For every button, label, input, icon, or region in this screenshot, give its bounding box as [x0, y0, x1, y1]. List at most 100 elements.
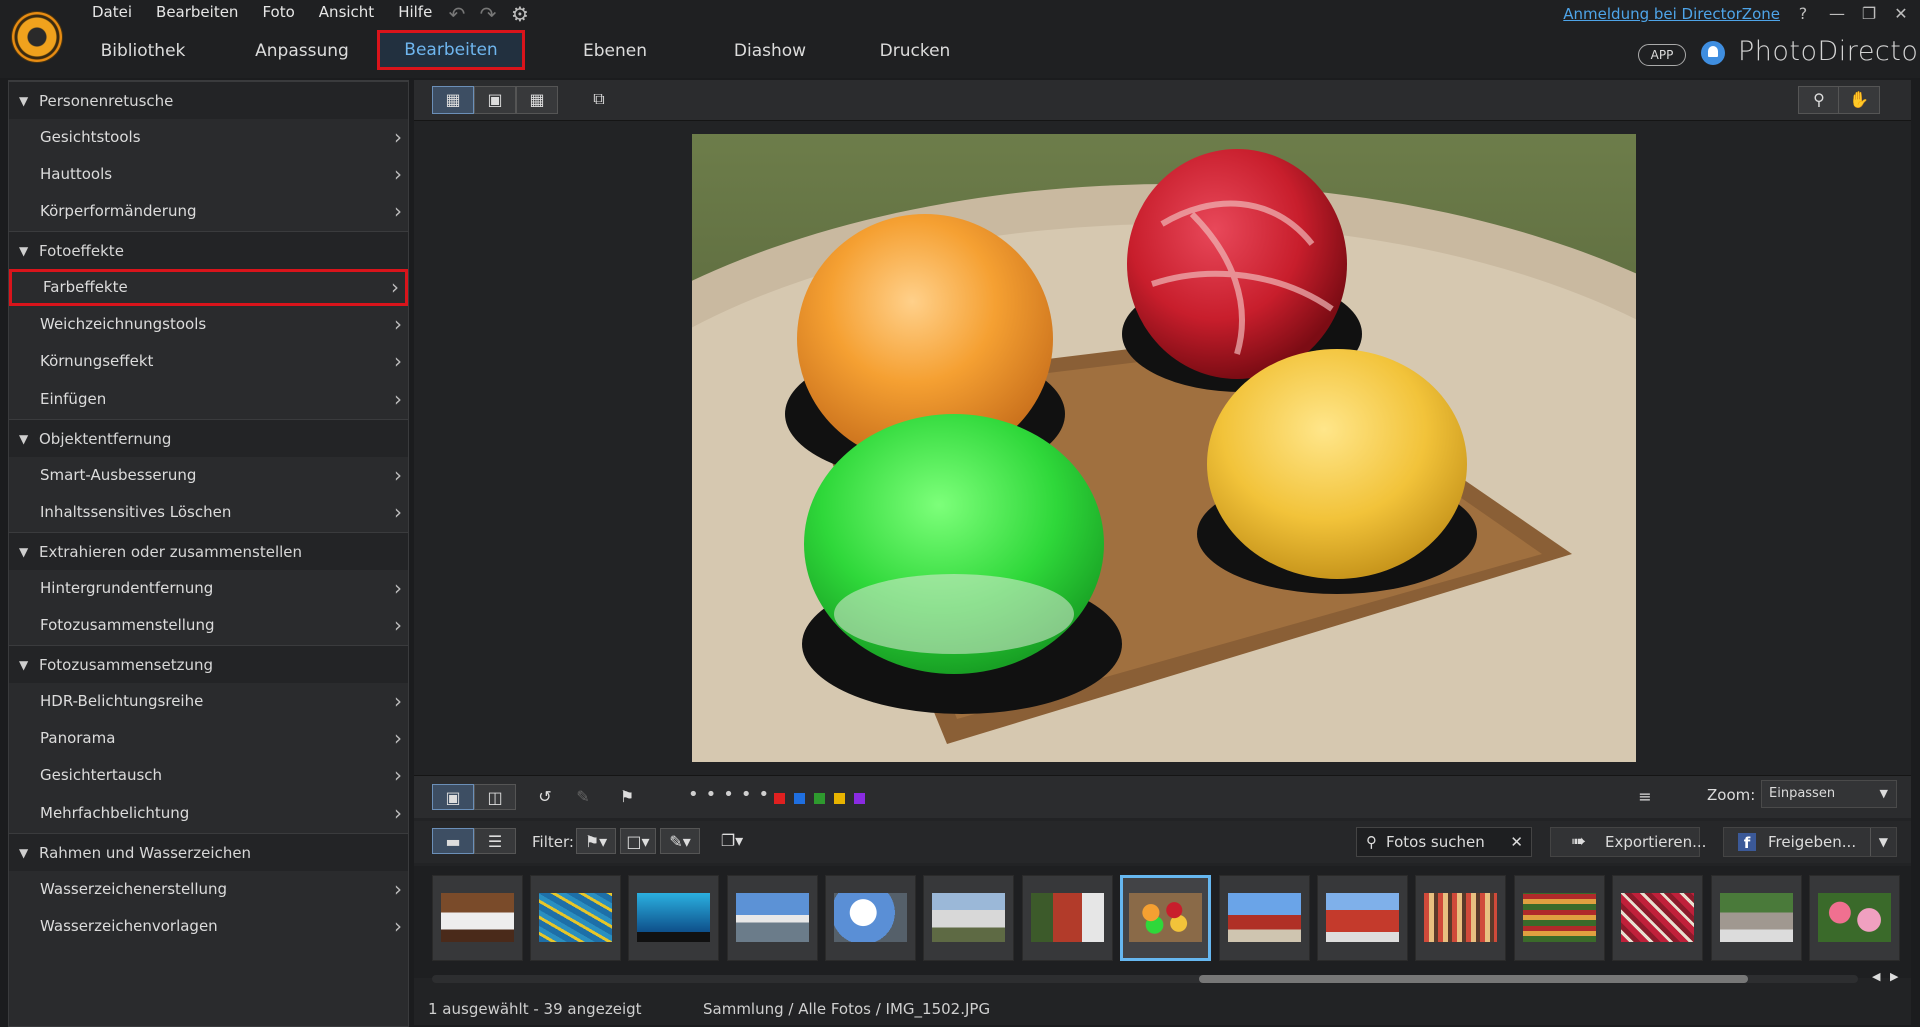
flag-filter-icon[interactable]: ⚑▾ — [576, 828, 616, 854]
compare-view-icon[interactable]: ◫ — [474, 784, 516, 810]
thumbnail-lion-statue[interactable] — [1022, 875, 1113, 961]
thumbnail-harbor[interactable] — [727, 875, 818, 961]
thumbnail-image — [1621, 893, 1694, 942]
tool-label: Mehrfachbelichtung — [40, 804, 190, 822]
menu-bearbeiten[interactable]: Bearbeiten — [144, 0, 250, 26]
color-label-yellow[interactable] — [834, 793, 845, 804]
thumbnail-fish[interactable] — [530, 875, 621, 961]
tool-koerperformaenderung[interactable]: Körperformänderung › — [9, 193, 408, 230]
section-objektentfernung[interactable]: ▼ Objektentfernung — [9, 419, 408, 457]
thumbnail-flowers[interactable] — [1809, 875, 1900, 961]
minimize-icon[interactable]: — — [1824, 3, 1850, 25]
scroll-left-icon[interactable]: ◀ — [1872, 970, 1880, 983]
tool-wasserzeichenvorlagen[interactable]: Wasserzeichenvorlagen › — [9, 908, 408, 945]
tool-gesichtertausch[interactable]: Gesichtertausch › — [9, 757, 408, 794]
color-label-green[interactable] — [814, 793, 825, 804]
single-view-icon[interactable]: ▣ — [432, 784, 474, 810]
color-label-red[interactable] — [774, 793, 785, 804]
tool-mehrfachbelichtung[interactable]: Mehrfachbelichtung › — [9, 795, 408, 832]
tab-bearbeiten[interactable]: Bearbeiten — [377, 30, 525, 70]
section-rahmen-wasserzeichen[interactable]: ▼ Rahmen und Wasserzeichen — [9, 833, 408, 871]
viewer-mode-icon[interactable]: ▦ — [432, 86, 474, 114]
single-image-icon[interactable]: ▣ — [474, 86, 516, 114]
tool-weichzeichnungstools[interactable]: Weichzeichnungstools › — [9, 306, 408, 343]
compare-window-icon[interactable]: ⧉ — [578, 86, 620, 114]
thumbnail-aquarium[interactable] — [628, 875, 719, 961]
color-label-blue[interactable] — [794, 793, 805, 804]
sort-menu-icon[interactable]: ≡ — [1624, 784, 1666, 810]
tool-smart-ausbesserung[interactable]: Smart-Ausbesserung › — [9, 457, 408, 494]
rating-dots[interactable]: ••••• — [688, 784, 776, 805]
color-label-purple[interactable] — [854, 793, 865, 804]
chevron-down-icon: ▼ — [1879, 787, 1888, 800]
edit-filter-icon[interactable]: ✎▾ — [660, 828, 700, 854]
settings-icon[interactable]: ⚙ — [508, 3, 532, 25]
tool-hdr-belichtungsreihe[interactable]: HDR-Belichtungsreihe › — [9, 683, 408, 720]
tool-fotozusammenstellung[interactable]: Fotozusammenstellung › — [9, 607, 408, 644]
photo-preview[interactable] — [692, 134, 1636, 762]
undo-icon[interactable]: ↶ — [445, 3, 469, 25]
tool-panorama[interactable]: Panorama › — [9, 720, 408, 757]
tool-hintergrundentfernung[interactable]: Hintergrundentfernung › — [9, 570, 408, 607]
thumbnail-dog[interactable] — [432, 875, 523, 961]
tab-anpassung[interactable]: Anpassung — [242, 32, 362, 70]
photo-search-input[interactable]: ⚲ Fotos suchen ✕ — [1356, 827, 1532, 857]
thumbnail-flowers-stall[interactable] — [1612, 875, 1703, 961]
restore-icon[interactable]: ❐ — [1856, 3, 1882, 25]
rotate-icon[interactable]: ↺ — [524, 784, 566, 810]
section-extrahieren[interactable]: ▼ Extrahieren oder zusammenstellen — [9, 532, 408, 570]
notification-bell-icon[interactable] — [1701, 41, 1725, 65]
chevron-down-icon[interactable]: ▼ — [1869, 828, 1888, 856]
directorzone-login-link[interactable]: Anmeldung bei DirectorZone — [1563, 5, 1780, 23]
list-view-icon[interactable]: ☰ — [474, 828, 516, 854]
clear-search-icon[interactable]: ✕ — [1510, 828, 1523, 856]
section-fotoeffekte[interactable]: ▼ Fotoeffekte — [9, 231, 408, 269]
filmstrip-scrollbar-thumb[interactable] — [1199, 975, 1748, 983]
flag-icon[interactable]: ⚑ — [606, 784, 648, 810]
menu-foto[interactable]: Foto — [250, 0, 306, 26]
redo-icon[interactable]: ↷ — [476, 3, 500, 25]
help-button[interactable]: ? — [1790, 3, 1816, 25]
thumbnail-shaved-ice[interactable] — [1120, 875, 1211, 961]
edit-tag-icon[interactable]: ✎ — [562, 784, 604, 810]
zoom-tool-icon[interactable]: ⚲ — [1798, 86, 1840, 114]
grid-view-icon[interactable]: ▦ — [516, 86, 558, 114]
tab-diashow[interactable]: Diashow — [715, 32, 825, 70]
app-badge[interactable]: APP — [1638, 44, 1686, 66]
tool-inhaltssensitives-loeschen[interactable]: Inhaltssensitives Löschen › — [9, 494, 408, 531]
tab-ebenen[interactable]: Ebenen — [565, 32, 665, 70]
thumbnail-market[interactable] — [1415, 875, 1506, 961]
app-logo-icon[interactable] — [12, 12, 62, 62]
scroll-right-icon[interactable]: ▶ — [1890, 970, 1898, 983]
tab-drucken[interactable]: Drucken — [865, 32, 965, 70]
menu-datei[interactable]: Datei — [80, 0, 144, 26]
section-fotozusammensetzung[interactable]: ▼ Fotozusammensetzung — [9, 645, 408, 683]
section-title: Extrahieren oder zusammenstellen — [39, 543, 303, 561]
file-path: Sammlung / Alle Fotos / IMG_1502.JPG — [703, 1000, 991, 1018]
close-icon[interactable]: ✕ — [1888, 3, 1914, 25]
thumbnail-clouds[interactable] — [825, 875, 916, 961]
zoom-select[interactable]: Einpassen ▼ — [1761, 780, 1897, 808]
share-button[interactable]: f Freigeben... ▼ — [1723, 827, 1897, 857]
tab-bibliothek[interactable]: Bibliothek — [88, 32, 198, 70]
stack-icon[interactable]: ❐▾ — [714, 828, 750, 854]
tool-farbeffekte[interactable]: Farbeffekte › — [9, 269, 408, 306]
tool-koernungseffekt[interactable]: Körnungseffekt › — [9, 343, 408, 380]
thumbnail-cat[interactable] — [1711, 875, 1802, 961]
thumbnail-castle[interactable] — [923, 875, 1014, 961]
thumbnail-stall[interactable] — [1514, 875, 1605, 961]
menu-hilfe[interactable]: Hilfe — [386, 0, 444, 26]
export-button[interactable]: ➠ Exportieren... — [1550, 827, 1706, 857]
hand-tool-icon[interactable]: ✋ — [1838, 86, 1880, 114]
tool-label: Wasserzeichenerstellung — [40, 880, 228, 898]
label-filter-icon[interactable]: □▾ — [620, 828, 656, 854]
thumbnail-shrine[interactable] — [1219, 875, 1310, 961]
tool-wasserzeichenerstellung[interactable]: Wasserzeichenerstellung › — [9, 871, 408, 908]
tool-hauttools[interactable]: Hauttools › — [9, 156, 408, 193]
tool-gesichtstools[interactable]: Gesichtstools › — [9, 119, 408, 156]
menu-ansicht[interactable]: Ansicht — [307, 0, 386, 26]
thumbnail-palace[interactable] — [1317, 875, 1408, 961]
tool-einfuegen[interactable]: Einfügen › — [9, 381, 408, 418]
filmstrip-view-icon[interactable]: ▬ — [432, 828, 474, 854]
section-personenretusche[interactable]: ▼ Personenretusche — [9, 81, 408, 119]
